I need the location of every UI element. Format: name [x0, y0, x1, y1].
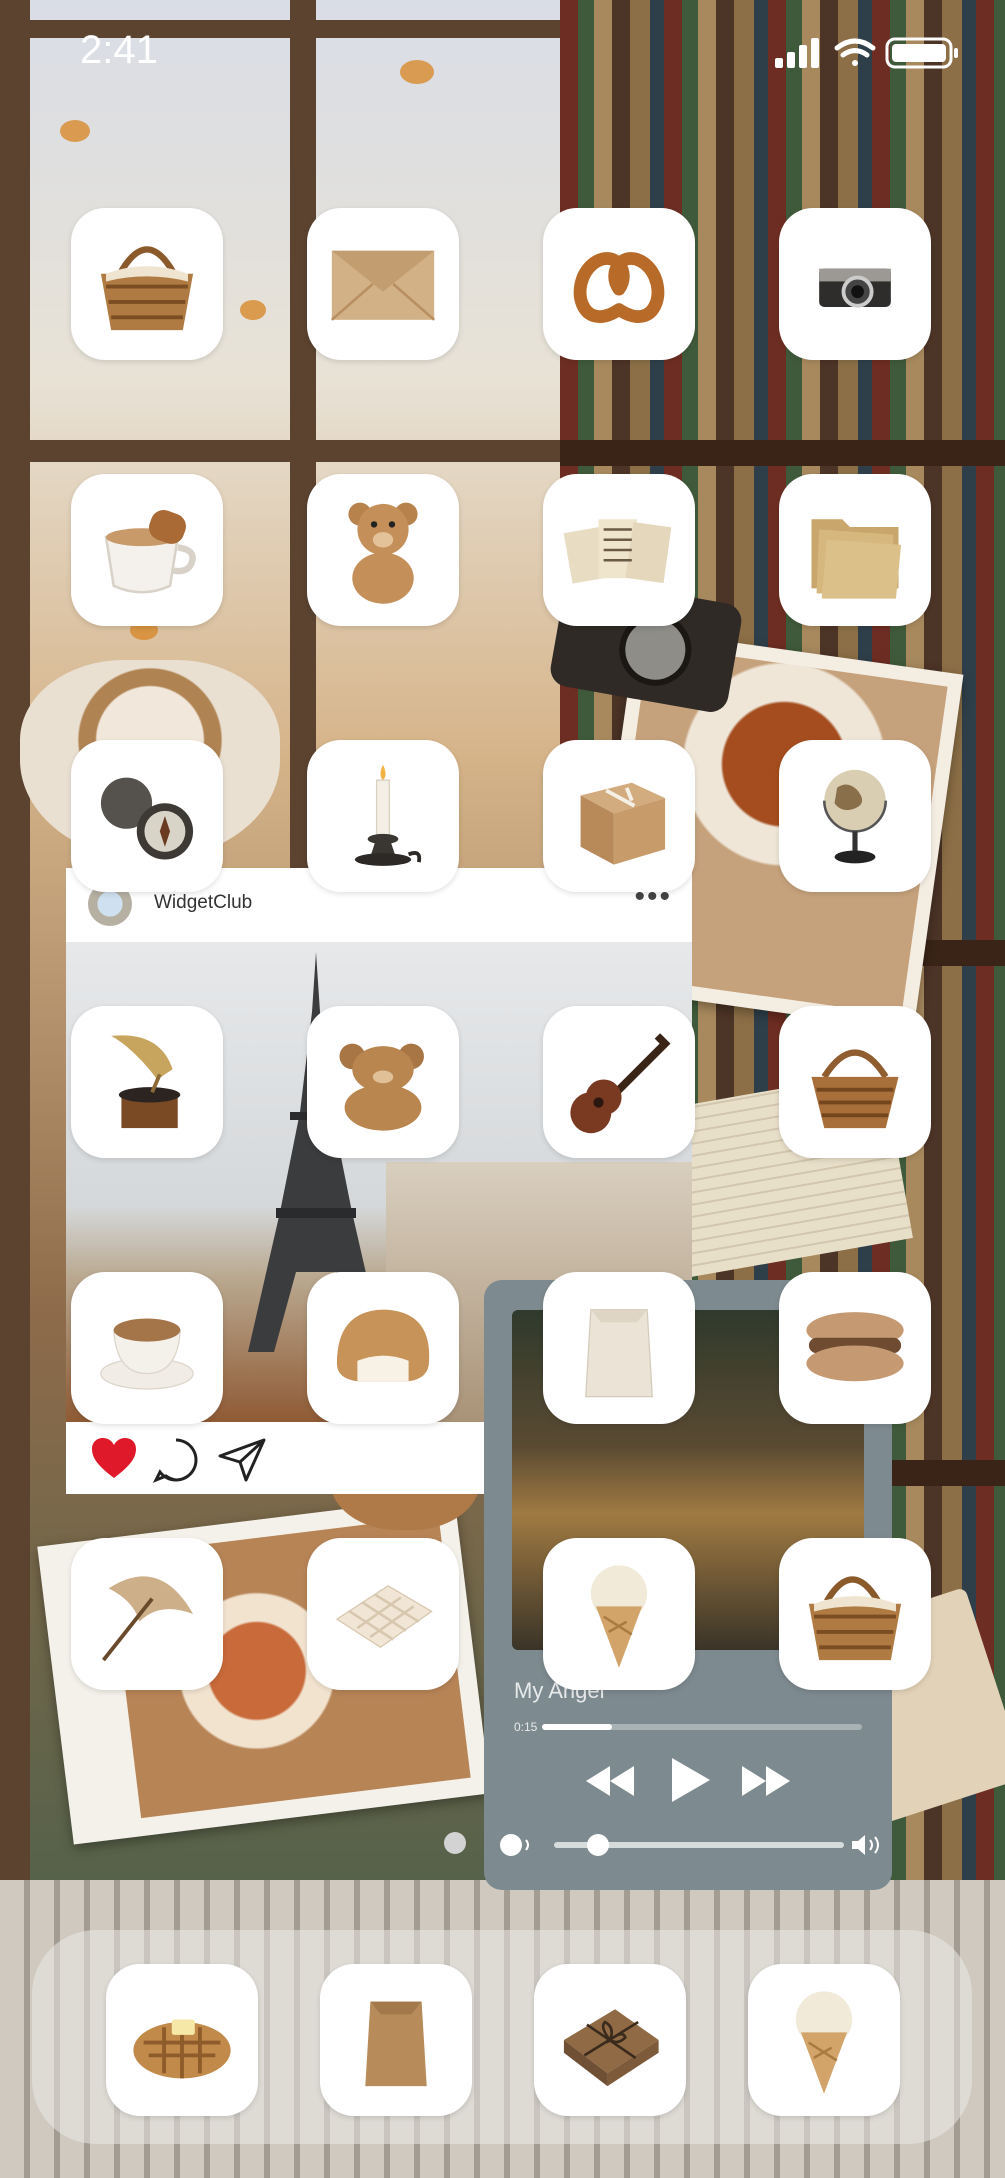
app-cream-bun[interactable] — [307, 1272, 459, 1424]
camera-icon — [819, 268, 891, 308]
app-camera[interactable] — [779, 208, 931, 360]
picnic-basket-icon — [100, 246, 194, 331]
plush-bear-icon — [339, 1043, 424, 1131]
gramophone-icon — [111, 1035, 181, 1129]
envelope-icon — [330, 250, 436, 321]
app-picnic-basket-2[interactable] — [779, 1538, 931, 1690]
shelf-board — [560, 440, 1005, 466]
wifi-icon — [834, 38, 876, 66]
candle-icon — [354, 764, 422, 866]
folder-icon — [811, 519, 902, 599]
volume-low-icon — [500, 1834, 529, 1856]
picnic-basket-icon — [808, 1576, 902, 1661]
app-envelope[interactable] — [307, 208, 459, 360]
app-white-chocolate[interactable] — [307, 1538, 459, 1690]
battery-icon — [885, 37, 958, 69]
autumn-leaf — [60, 120, 90, 142]
cream-bun-icon — [336, 1309, 430, 1382]
app-globe[interactable] — [779, 740, 931, 892]
app-ukulele[interactable] — [543, 1006, 695, 1158]
playback-progress-fill — [542, 1724, 613, 1730]
gift-box-icon — [580, 782, 666, 865]
parasol-icon — [101, 1576, 194, 1662]
share-icon[interactable] — [216, 1436, 268, 1484]
newspaper-icon — [563, 519, 672, 584]
pretzel-icon — [573, 252, 665, 323]
ukulele-icon — [570, 1033, 671, 1134]
volume-high-icon — [852, 1835, 879, 1855]
comment-icon[interactable] — [152, 1436, 200, 1484]
play-icon[interactable] — [668, 1756, 712, 1804]
app-plush-bear[interactable] — [307, 1006, 459, 1158]
compass-icon — [100, 777, 194, 860]
app-teddy-bear[interactable] — [307, 474, 459, 626]
status-icons — [775, 36, 965, 75]
app-ice-cream[interactable] — [543, 1538, 695, 1690]
app-macaron[interactable] — [779, 1272, 931, 1424]
waffle-icon — [133, 2019, 231, 2079]
volume-knob[interactable] — [586, 1834, 609, 1856]
white-chocolate-icon — [335, 1585, 433, 1649]
autumn-leaf — [400, 60, 434, 84]
page-indicator-dot[interactable] — [444, 1832, 466, 1854]
fast-forward-icon[interactable] — [740, 1764, 792, 1798]
globe-icon — [823, 769, 887, 864]
dock-app-gift[interactable] — [534, 1964, 686, 2116]
ice-cream-icon — [795, 1991, 853, 2094]
wrapped-gift-icon — [563, 2009, 659, 2087]
elapsed-time: 0:15 — [514, 1720, 538, 1734]
app-gift-box[interactable] — [543, 740, 695, 892]
account-name: WidgetClub — [154, 892, 253, 913]
status-time: 2:41 — [80, 28, 158, 72]
teddy-bear-icon — [348, 502, 418, 604]
paper-bag-icon — [365, 2001, 427, 2087]
dock-app-waffle[interactable] — [106, 1964, 258, 2116]
app-wicker-basket[interactable] — [779, 1006, 931, 1158]
window-frame — [0, 0, 30, 1880]
app-candle[interactable] — [307, 740, 459, 892]
playback-progress[interactable] — [542, 1724, 862, 1730]
teacup-icon — [100, 1318, 194, 1390]
cellular-signal-icon — [775, 38, 819, 68]
app-folder[interactable] — [779, 474, 931, 626]
window-frame — [30, 440, 560, 462]
macaron-icon — [806, 1312, 904, 1382]
app-parasol[interactable] — [71, 1538, 223, 1690]
app-teacup[interactable] — [71, 1272, 223, 1424]
app-compass[interactable] — [71, 740, 223, 892]
heart-icon[interactable] — [90, 1436, 138, 1480]
app-pretzel[interactable] — [543, 208, 695, 360]
app-paper-bag[interactable] — [543, 1272, 695, 1424]
app-newspaper[interactable] — [543, 474, 695, 626]
dock-app-ice-cream[interactable] — [748, 1964, 900, 2116]
rewind-icon[interactable] — [584, 1764, 636, 1798]
paper-bag-icon — [585, 1308, 653, 1398]
coffee-cup-icon — [104, 510, 196, 594]
app-picnic-basket[interactable] — [71, 208, 223, 360]
dock-app-paper-bag[interactable] — [320, 1964, 472, 2116]
ice-cream-icon — [590, 1565, 648, 1668]
wicker-basket-icon — [811, 1049, 899, 1129]
app-gramophone[interactable] — [71, 1006, 223, 1158]
volume-slider[interactable] — [554, 1834, 844, 1856]
autumn-leaf — [240, 300, 266, 320]
app-coffee[interactable] — [71, 474, 223, 626]
